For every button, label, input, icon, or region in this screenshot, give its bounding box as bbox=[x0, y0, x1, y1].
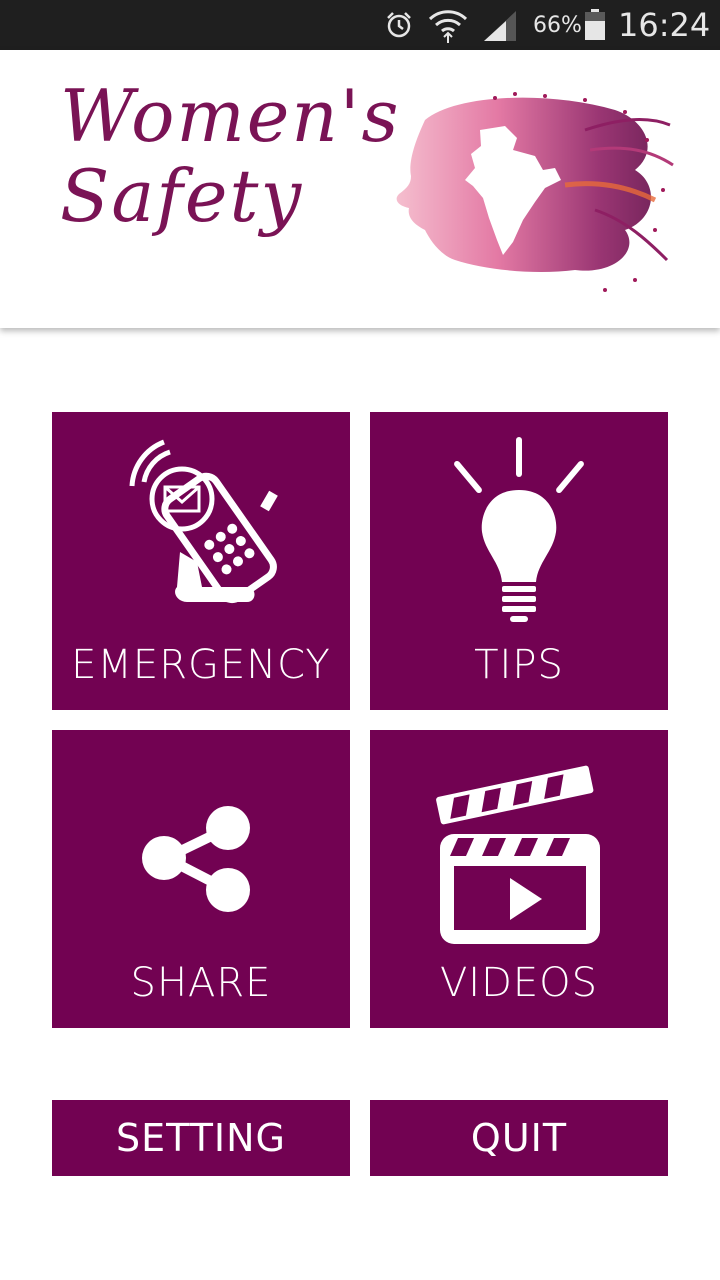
videos-tile[interactable]: VIDEOS bbox=[370, 730, 668, 1028]
battery-icon bbox=[584, 0, 606, 50]
alarm-icon bbox=[384, 0, 414, 50]
emergency-label: EMERGENCY bbox=[71, 642, 331, 688]
app-logo: Women's Safety bbox=[60, 80, 400, 232]
tips-tile[interactable]: TIPS bbox=[370, 412, 668, 710]
quit-button[interactable]: QUIT bbox=[370, 1100, 668, 1176]
app-header: Women's Safety bbox=[0, 50, 720, 328]
share-tile[interactable]: SHARE bbox=[52, 730, 350, 1028]
videos-label: VIDEOS bbox=[439, 960, 599, 1006]
woman-silhouette-india-map-icon bbox=[385, 90, 675, 304]
clock: 16:24 bbox=[618, 6, 711, 44]
share-label: SHARE bbox=[130, 960, 272, 1006]
signal-icon bbox=[482, 0, 518, 50]
tips-label: TIPS bbox=[474, 642, 564, 688]
logo-line-2: Safety bbox=[60, 154, 304, 238]
lightbulb-icon bbox=[370, 412, 668, 642]
emergency-tile[interactable]: EMERGENCY bbox=[52, 412, 350, 710]
status-bar: 66% 16:24 bbox=[0, 0, 720, 50]
clapperboard-icon bbox=[370, 730, 668, 960]
logo-line-1: Women's bbox=[60, 74, 401, 158]
battery-percent: 66% bbox=[533, 12, 582, 38]
phone-message-icon bbox=[52, 412, 350, 642]
wifi-icon bbox=[428, 0, 468, 50]
share-icon bbox=[52, 730, 350, 960]
setting-button[interactable]: SETTING bbox=[52, 1100, 350, 1176]
